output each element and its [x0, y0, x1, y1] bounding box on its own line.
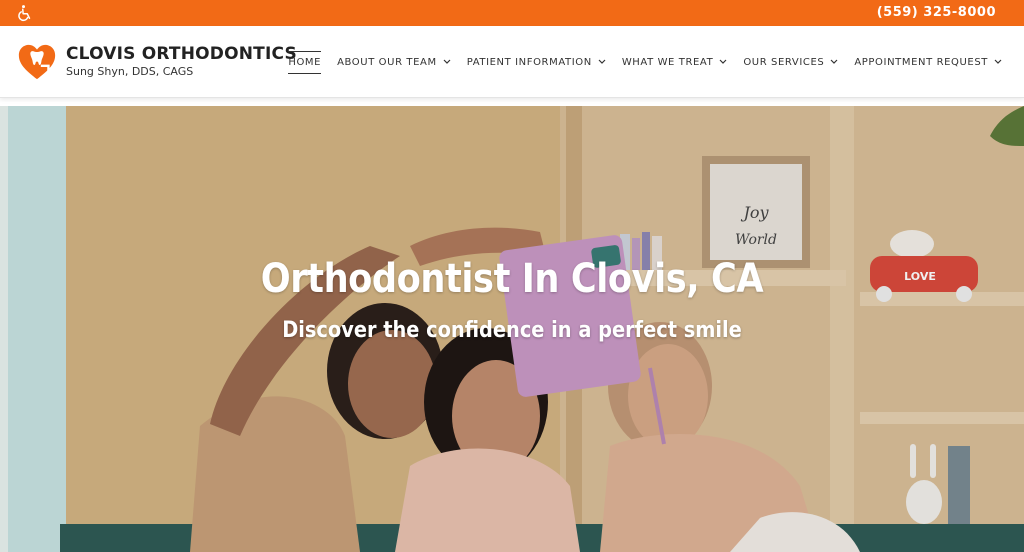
- nav-item-label: PATIENT INFORMATION: [466, 56, 592, 68]
- chevron-down-icon: [830, 59, 838, 64]
- nav-item-our-services[interactable]: OUR SERVICES: [743, 53, 838, 72]
- chevron-down-icon: [443, 59, 451, 64]
- phone-link[interactable]: (559) 325-8000: [877, 5, 996, 20]
- nav-item-about-our-team[interactable]: ABOUT OUR TEAM: [337, 53, 451, 72]
- chevron-down-icon: [719, 59, 727, 64]
- nav-item-label: ABOUT OUR TEAM: [337, 56, 437, 68]
- chevron-down-icon: [598, 59, 606, 64]
- nav-item-label: HOME: [288, 56, 322, 68]
- main-navigation: HOME ABOUT OUR TEAM PATIENT INFORMATION …: [272, 26, 1002, 98]
- nav-item-home[interactable]: HOME: [288, 50, 322, 74]
- heart-tooth-logo-icon: [18, 44, 56, 80]
- hero-title: Orthodontist In Clovis, CA: [260, 256, 764, 302]
- site-header: CLOVIS ORTHODONTICS Sung Shyn, DDS, CAGS…: [0, 26, 1024, 98]
- nav-item-what-we-treat[interactable]: WHAT WE TREAT: [622, 53, 728, 72]
- nav-item-label: WHAT WE TREAT: [621, 56, 714, 68]
- wheelchair-icon: [18, 5, 31, 22]
- logo-link[interactable]: CLOVIS ORTHODONTICS Sung Shyn, DDS, CAGS: [16, 40, 297, 84]
- brand-subtitle: Sung Shyn, DDS, CAGS: [66, 65, 194, 78]
- brand-title: CLOVIS ORTHODONTICS: [66, 44, 297, 64]
- nav-item-appointment-request[interactable]: APPOINTMENT REQUEST: [854, 53, 1002, 72]
- nav-item-patient-information[interactable]: PATIENT INFORMATION: [467, 53, 606, 72]
- hero-subtitle: Discover the confidence in a perfect smi…: [282, 318, 742, 343]
- nav-item-label: APPOINTMENT REQUEST: [854, 56, 988, 68]
- top-utility-bar: (559) 325-8000: [0, 0, 1024, 26]
- hero-section: Joy World LOVE: [0, 106, 1024, 552]
- nav-item-label: OUR SERVICES: [743, 56, 825, 68]
- accessibility-button[interactable]: [14, 2, 36, 24]
- chevron-down-icon: [994, 59, 1002, 64]
